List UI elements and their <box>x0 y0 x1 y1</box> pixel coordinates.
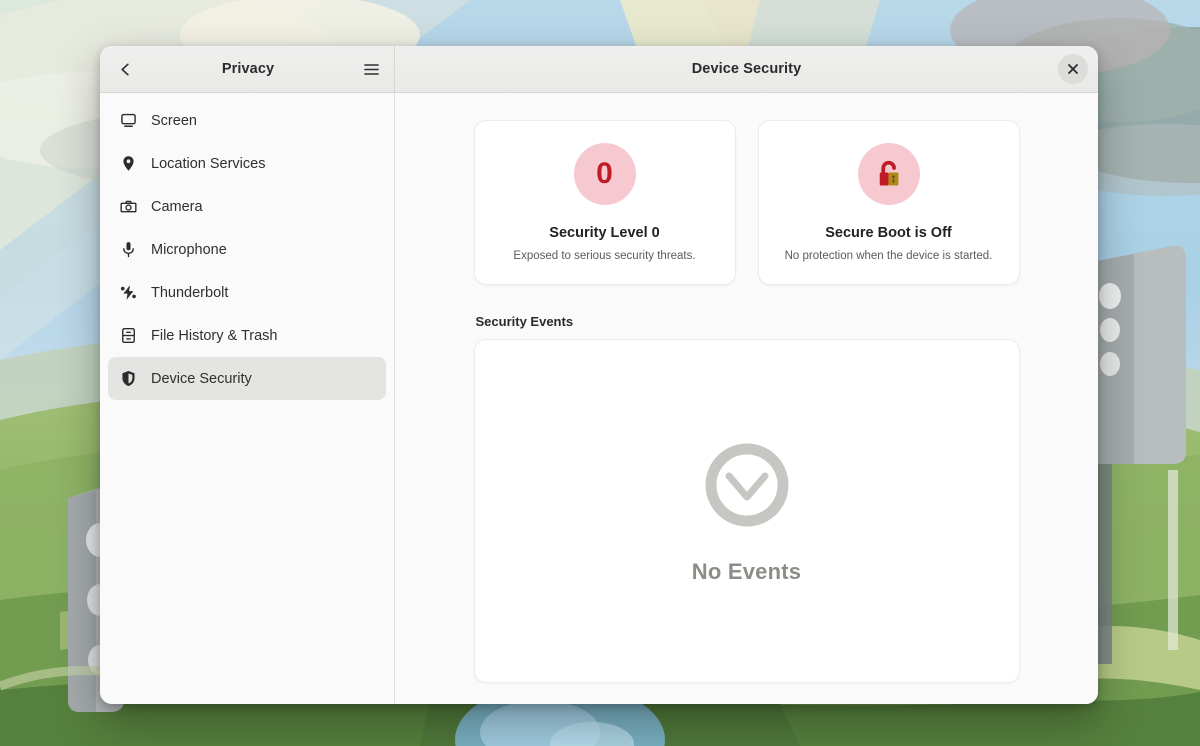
sidebar-item-location-services[interactable]: Location Services <box>108 142 386 185</box>
security-level-title: Security Level 0 <box>549 225 660 241</box>
sidebar-item-microphone[interactable]: Microphone <box>108 228 386 271</box>
secure-boot-title: Secure Boot is Off <box>825 225 952 241</box>
empty-state-label: No Events <box>691 558 802 584</box>
secure-boot-card[interactable]: Secure Boot is Off No protection when th… <box>757 120 1020 285</box>
clock-history-icon <box>705 443 788 527</box>
window-body: Screen Location Services Camera Micropho… <box>100 93 1098 704</box>
sidebar-item-thunderbolt[interactable]: Thunderbolt <box>108 271 386 314</box>
sidebar-item-file-history-trash[interactable]: File History & Trash <box>108 314 386 357</box>
security-events-panel: No Events <box>473 338 1020 683</box>
main-menu-button[interactable] <box>356 54 386 84</box>
secure-boot-subtitle: No protection when the device is started… <box>784 250 993 262</box>
camera-icon <box>120 198 137 215</box>
sidebar-item-screen[interactable]: Screen <box>108 99 386 142</box>
security-level-card[interactable]: 0 Security Level 0 Exposed to serious se… <box>473 120 736 285</box>
security-level-badge: 0 <box>573 143 636 205</box>
close-icon <box>1068 64 1078 74</box>
settings-window: Privacy Device Security Screen Location … <box>100 46 1098 704</box>
sidebar-item-label: Screen <box>151 112 197 129</box>
shield-icon <box>120 370 137 387</box>
sidebar-header-title: Privacy <box>221 61 275 77</box>
security-events-heading: Security Events <box>475 313 574 329</box>
unlocked-padlock-icon <box>879 160 898 186</box>
sidebar-navigation: Screen Location Services Camera Micropho… <box>100 93 395 704</box>
security-level-subtitle: Exposed to serious security threats. <box>513 250 696 262</box>
sidebar-item-label: Camera <box>151 198 203 215</box>
screen-icon <box>120 112 137 129</box>
main-content: 0 Security Level 0 Exposed to serious se… <box>395 93 1098 704</box>
sidebar-item-label: Device Security <box>151 370 252 387</box>
header-bar: Privacy Device Security <box>100 46 1098 93</box>
sidebar-header: Privacy <box>100 46 395 92</box>
sidebar-item-device-security[interactable]: Device Security <box>108 357 386 400</box>
location-pin-icon <box>120 155 137 172</box>
desktop: Privacy Device Security Screen Location … <box>0 0 1200 746</box>
microphone-icon <box>120 241 137 258</box>
page-title: Device Security <box>691 61 802 77</box>
content-header: Device Security <box>395 46 1098 92</box>
secure-boot-badge <box>857 143 920 205</box>
back-chevron-icon <box>120 63 129 75</box>
thunderbolt-icon <box>120 284 137 301</box>
hamburger-menu-icon <box>363 63 379 75</box>
security-level-number-icon: 0 <box>596 157 613 190</box>
security-summary-cards: 0 Security Level 0 Exposed to serious se… <box>473 120 1020 285</box>
sidebar-item-label: File History & Trash <box>151 327 278 344</box>
close-window-button[interactable] <box>1058 54 1088 84</box>
sidebar-item-label: Thunderbolt <box>151 284 229 301</box>
sidebar-item-label: Microphone <box>151 241 227 258</box>
file-history-icon <box>120 327 137 344</box>
back-button[interactable] <box>110 54 140 84</box>
sidebar-item-camera[interactable]: Camera <box>108 185 386 228</box>
sidebar-item-label: Location Services <box>151 155 266 172</box>
